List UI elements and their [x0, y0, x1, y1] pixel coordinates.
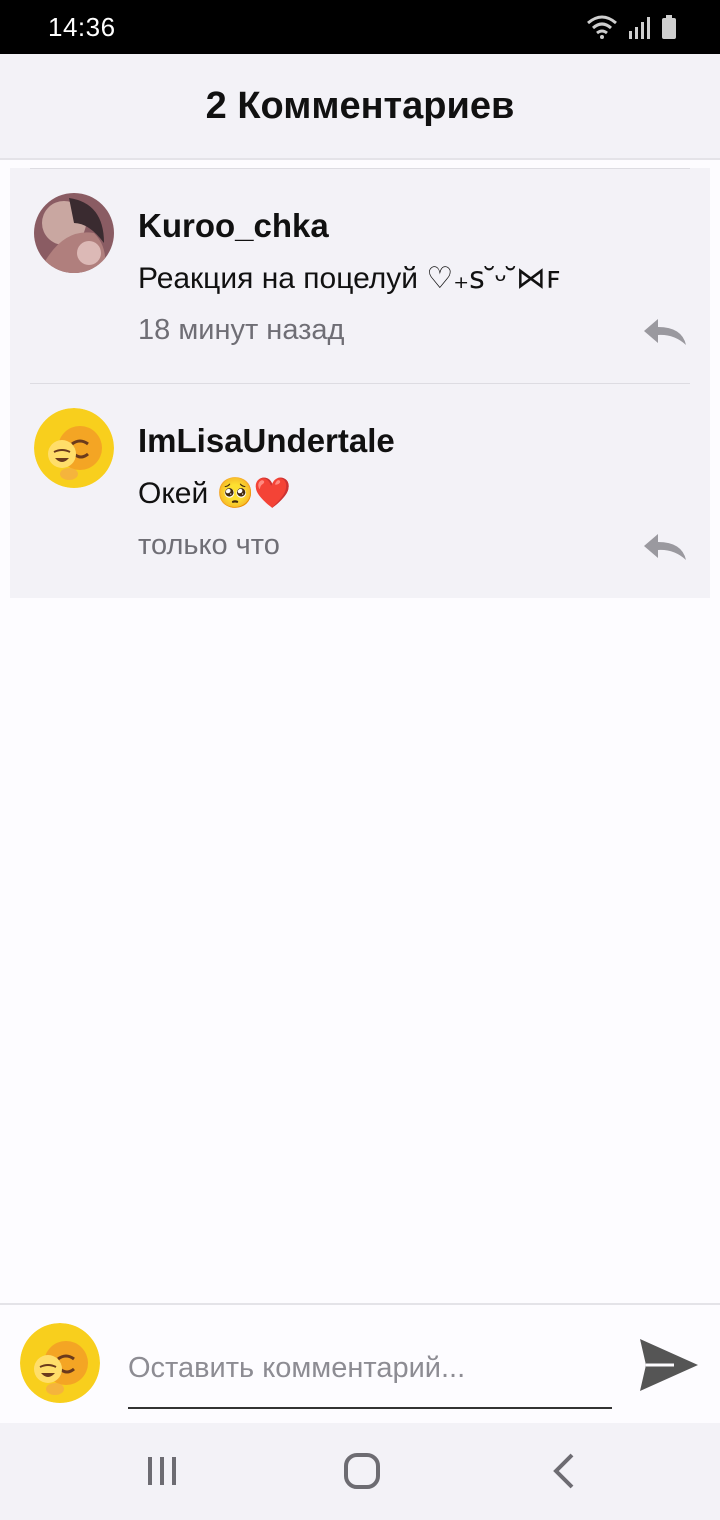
- emoji-avatar-icon: [20, 1323, 100, 1403]
- comment-input[interactable]: [128, 1341, 612, 1409]
- comment-item: Kuroo_chka Реакция на поцелуй ♡₊ꜱ˘ᵕ˘⋈ꜰ 1…: [30, 168, 690, 383]
- status-time: 14:36: [48, 12, 116, 42]
- recent-apps-icon[interactable]: [140, 1451, 184, 1491]
- avatar: [20, 1323, 100, 1403]
- wifi-icon: [587, 15, 617, 39]
- comment-item: ImLisaUndertale Окей 🥺❤️ только что: [30, 383, 690, 598]
- status-icons: [586, 14, 676, 40]
- reply-icon[interactable]: [642, 532, 688, 562]
- emoji-avatar-icon: [34, 408, 114, 488]
- comment-text: Окей 🥺❤️: [138, 477, 292, 510]
- signal-icon: [629, 17, 650, 39]
- avatar[interactable]: [34, 193, 114, 273]
- status-bar: 14:36: [0, 0, 720, 54]
- home-icon[interactable]: [340, 1451, 384, 1491]
- send-icon[interactable]: [638, 1335, 700, 1395]
- page-title: 2 Комментариев: [205, 84, 515, 127]
- comment-time: 18 минут назад: [138, 314, 345, 346]
- reply-icon[interactable]: [642, 317, 688, 347]
- comment-input-bar: [0, 1303, 720, 1423]
- comment-username[interactable]: ImLisaUndertale: [138, 422, 395, 460]
- comment-time: только что: [138, 529, 280, 561]
- back-icon[interactable]: [542, 1451, 586, 1491]
- user-photo-icon: [34, 193, 114, 273]
- comment-username[interactable]: Kuroo_chka: [138, 207, 329, 245]
- battery-icon: [662, 15, 676, 39]
- header: 2 Комментариев: [0, 54, 720, 160]
- avatar[interactable]: [34, 408, 114, 488]
- navigation-bar: [0, 1423, 720, 1520]
- comments-list: Kuroo_chka Реакция на поцелуй ♡₊ꜱ˘ᵕ˘⋈ꜰ 1…: [10, 168, 710, 598]
- comment-text: Реакция на поцелуй ♡₊ꜱ˘ᵕ˘⋈ꜰ: [138, 262, 561, 295]
